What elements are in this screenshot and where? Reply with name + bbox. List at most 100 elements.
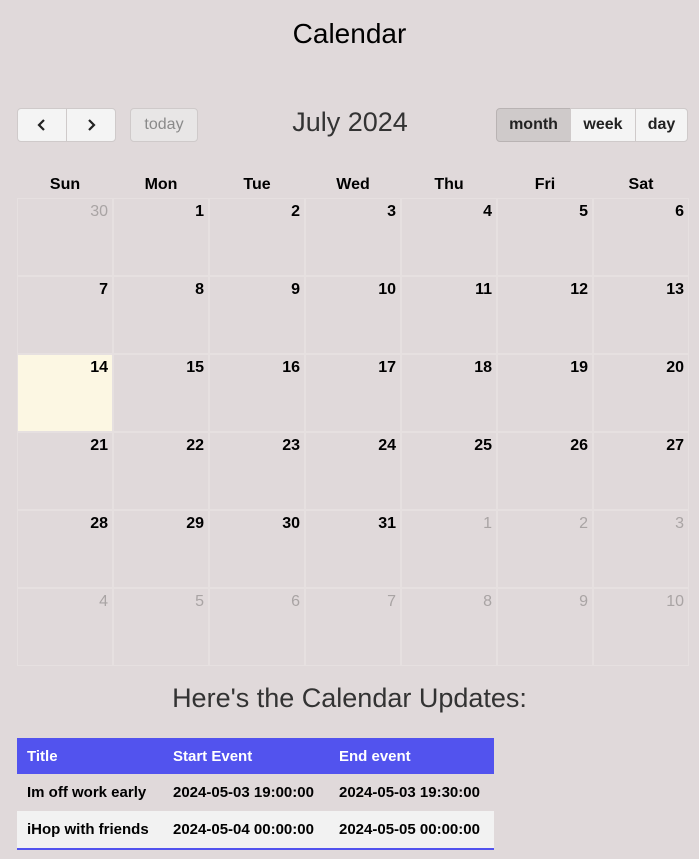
day-number: 14	[90, 359, 108, 376]
day-number: 4	[99, 593, 108, 610]
day-cell[interactable]: 11	[401, 276, 497, 354]
day-number: 5	[195, 593, 204, 610]
week-row: 7 8 9 10 11 12 13	[17, 276, 689, 354]
day-cell[interactable]: 10	[305, 276, 401, 354]
day-number: 28	[90, 515, 108, 532]
column-header-end: End event	[329, 738, 494, 774]
prev-month-button[interactable]	[17, 108, 67, 142]
weekday-sun: Sun	[49, 176, 81, 193]
table-row: Im off work early 2024-05-03 19:00:00 20…	[17, 774, 494, 811]
updates-table: Title Start Event End event Im off work …	[17, 738, 494, 850]
day-number: 17	[378, 359, 396, 376]
day-cell[interactable]: 7	[305, 588, 401, 666]
day-number: 25	[474, 437, 492, 454]
day-cell[interactable]: 28	[17, 510, 113, 588]
event-end-cell: 2024-05-03 19:30:00	[339, 784, 480, 801]
day-cell[interactable]: 31	[305, 510, 401, 588]
today-button[interactable]: today	[130, 108, 198, 142]
day-number: 16	[282, 359, 300, 376]
day-cell[interactable]: 6	[593, 198, 689, 276]
day-number: 10	[378, 281, 396, 298]
day-number: 22	[186, 437, 204, 454]
day-cell[interactable]: 23	[209, 432, 305, 510]
day-cell[interactable]: 2	[209, 198, 305, 276]
day-cell[interactable]: 21	[17, 432, 113, 510]
day-cell[interactable]: 25	[401, 432, 497, 510]
weekday-mon: Mon	[144, 176, 178, 193]
table-header-row: Title Start Event End event	[17, 738, 494, 774]
day-cell[interactable]: 12	[497, 276, 593, 354]
day-cell[interactable]: 24	[305, 432, 401, 510]
day-cell[interactable]: 19	[497, 354, 593, 432]
day-cell[interactable]: 9	[209, 276, 305, 354]
day-cell[interactable]: 30	[209, 510, 305, 588]
day-number: 9	[579, 593, 588, 610]
day-cell[interactable]: 4	[401, 198, 497, 276]
day-number: 24	[378, 437, 396, 454]
day-cell[interactable]: 2	[497, 510, 593, 588]
day-cell[interactable]: 30	[17, 198, 113, 276]
day-cell[interactable]: 3	[305, 198, 401, 276]
day-cell[interactable]: 6	[209, 588, 305, 666]
day-number: 19	[570, 359, 588, 376]
day-cell[interactable]: 26	[497, 432, 593, 510]
weekday-tue: Tue	[243, 176, 271, 193]
day-cell[interactable]: 1	[401, 510, 497, 588]
day-number: 12	[570, 281, 588, 298]
day-number: 2	[291, 203, 300, 220]
updates-heading: Here's the Calendar Updates:	[172, 683, 527, 713]
day-number: 6	[675, 203, 684, 220]
day-number: 2	[579, 515, 588, 532]
event-title-cell: Im off work early	[27, 784, 147, 801]
day-number: 23	[282, 437, 300, 454]
day-number: 27	[666, 437, 684, 454]
chevron-left-icon	[37, 119, 45, 131]
day-cell[interactable]: 5	[113, 588, 209, 666]
day-cell[interactable]: 8	[401, 588, 497, 666]
day-cell[interactable]: 7	[17, 276, 113, 354]
day-cell[interactable]: 29	[113, 510, 209, 588]
day-number: 20	[666, 359, 684, 376]
day-cell-today[interactable]: 14	[17, 354, 113, 432]
event-start-cell: 2024-05-04 00:00:00	[163, 811, 329, 850]
day-cell[interactable]: 3	[593, 510, 689, 588]
weekday-wed: Wed	[336, 176, 370, 193]
day-cell[interactable]: 8	[113, 276, 209, 354]
view-day-button[interactable]: day	[635, 108, 688, 142]
column-header-start: Start Event	[163, 738, 329, 774]
day-cell[interactable]: 1	[113, 198, 209, 276]
day-cell[interactable]: 18	[401, 354, 497, 432]
day-cell[interactable]: 4	[17, 588, 113, 666]
day-cell[interactable]: 5	[497, 198, 593, 276]
day-number: 30	[90, 203, 108, 220]
chevron-right-icon	[88, 119, 96, 131]
day-cell[interactable]: 13	[593, 276, 689, 354]
day-number: 1	[195, 203, 204, 220]
day-number: 3	[675, 515, 684, 532]
day-number: 8	[483, 593, 492, 610]
event-start-cell: 2024-05-03 19:00:00	[173, 784, 314, 801]
day-cell[interactable]: 9	[497, 588, 593, 666]
view-week-button[interactable]: week	[570, 108, 636, 142]
weekday-thu: Thu	[434, 176, 464, 193]
event-title-cell: iHop with friends	[17, 811, 163, 850]
next-month-button[interactable]	[66, 108, 116, 142]
weekday-fri: Fri	[534, 176, 556, 193]
day-cell[interactable]: 22	[113, 432, 209, 510]
day-cell[interactable]: 15	[113, 354, 209, 432]
day-number: 29	[186, 515, 204, 532]
view-month-button[interactable]: month	[496, 108, 571, 142]
column-header-title: Title	[17, 738, 163, 774]
week-row: 21 22 23 24 25 26 27	[17, 432, 689, 510]
day-number: 7	[99, 281, 108, 298]
day-cell[interactable]: 16	[209, 354, 305, 432]
day-cell[interactable]: 20	[593, 354, 689, 432]
weekday-sat: Sat	[628, 176, 654, 193]
day-number: 8	[195, 281, 204, 298]
day-cell[interactable]: 17	[305, 354, 401, 432]
week-row: 14 15 16 17 18 19 20	[17, 354, 689, 432]
day-cell[interactable]: 10	[593, 588, 689, 666]
week-row: 4 5 6 7 8 9 10	[17, 588, 689, 666]
day-cell[interactable]: 27	[593, 432, 689, 510]
page-title: Calendar	[292, 18, 407, 49]
